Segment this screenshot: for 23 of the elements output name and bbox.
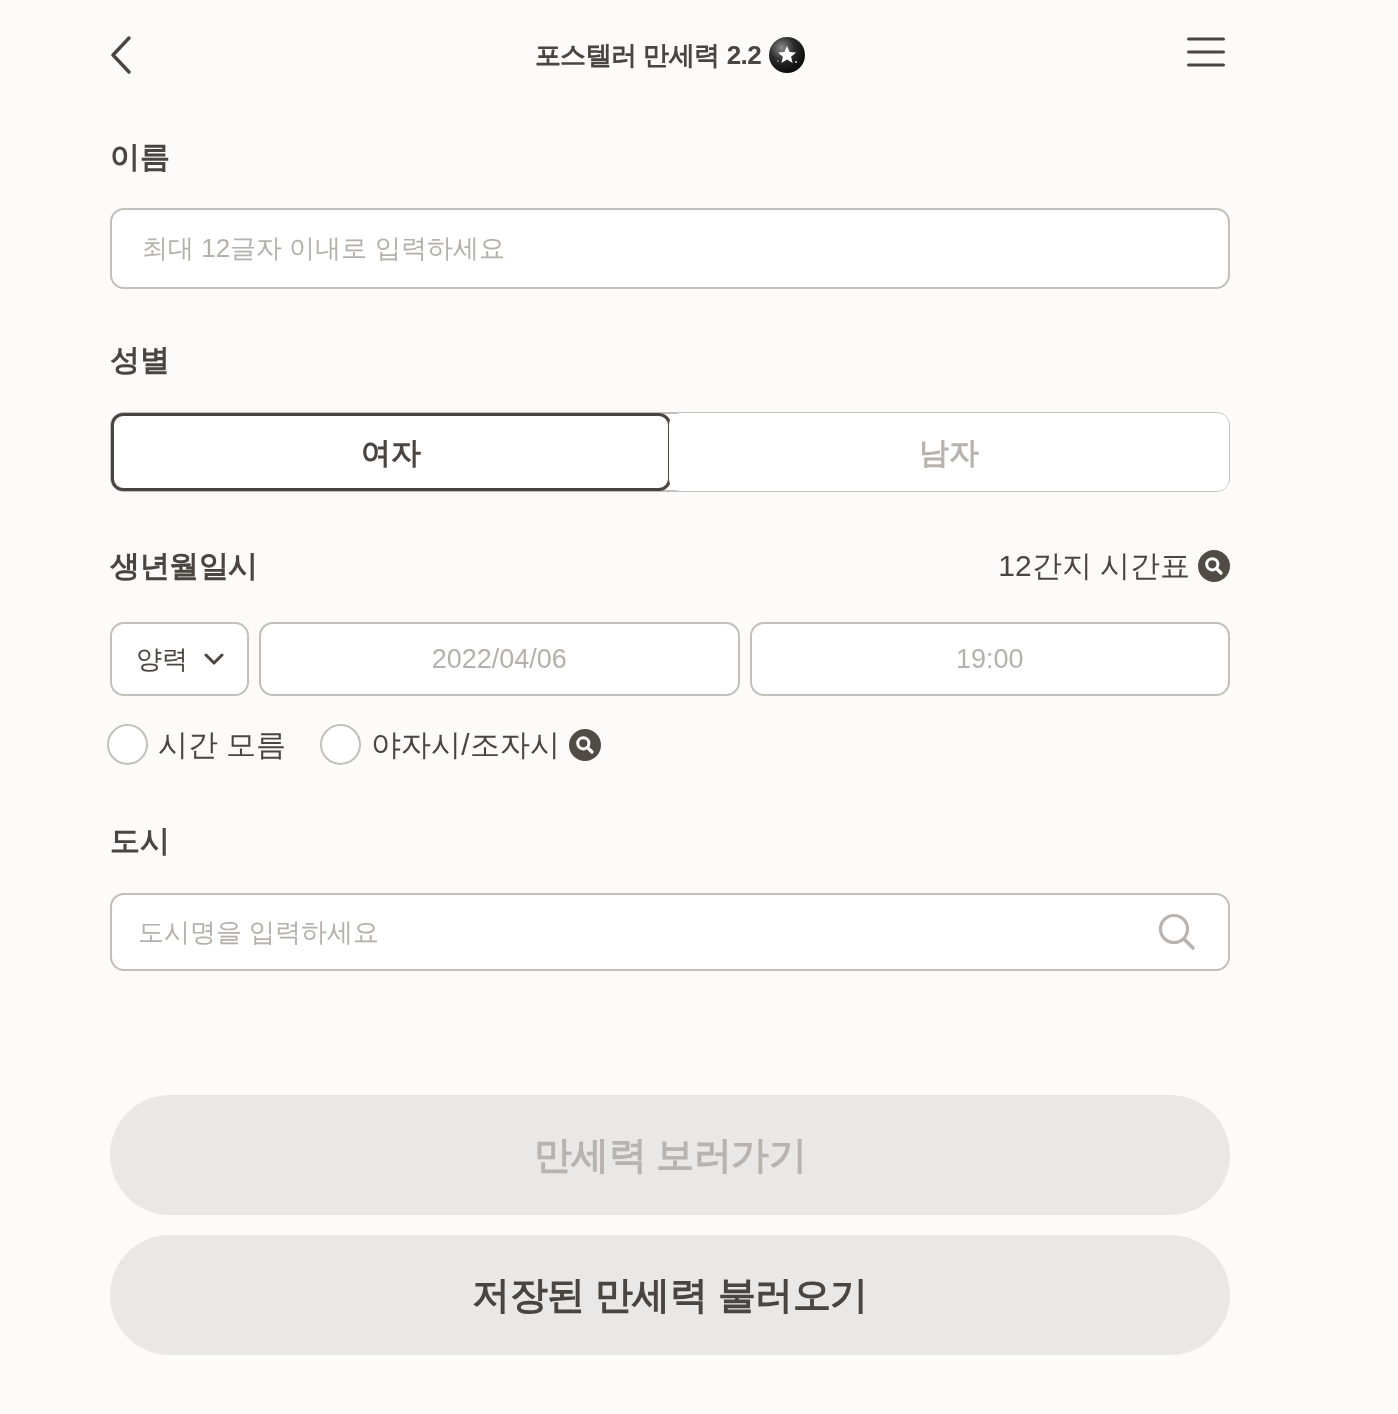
date-input[interactable]: 2022/04/06 <box>259 622 740 696</box>
time-table-link[interactable]: 12간지 시간표 <box>998 543 1230 588</box>
search-icon[interactable] <box>568 728 601 761</box>
radio-label: 야자시/조자시 <box>371 726 560 763</box>
app-title: 포스텔러 만세력 2.2 <box>534 38 762 72</box>
radio-label: 시간 모름 <box>158 726 287 763</box>
radio-button[interactable] <box>320 724 362 765</box>
city-input[interactable]: 도시명을 입력하세요 <box>110 893 1230 971</box>
field-label: 도시 <box>110 823 170 859</box>
back-icon[interactable] <box>110 36 132 74</box>
search-icon[interactable] <box>1198 549 1230 582</box>
chevron-down-icon <box>203 653 224 665</box>
field-label: 성별 <box>110 342 170 378</box>
field-label: 이름 <box>110 139 170 175</box>
field-label: 생년월일시 <box>110 547 258 584</box>
action-button[interactable]: 저장된 만세력 불러오기 <box>110 1235 1230 1355</box>
gender-option[interactable]: 여자 <box>111 413 671 491</box>
star-badge-icon <box>769 37 806 73</box>
calendar-select[interactable]: 양력 <box>110 622 249 696</box>
menu-icon[interactable] <box>1187 37 1225 67</box>
name-input[interactable]: 최대 12글자 이내로 입력하세요 <box>110 208 1230 289</box>
radio-button[interactable] <box>107 724 148 765</box>
time-input[interactable]: 19:00 <box>749 622 1230 696</box>
